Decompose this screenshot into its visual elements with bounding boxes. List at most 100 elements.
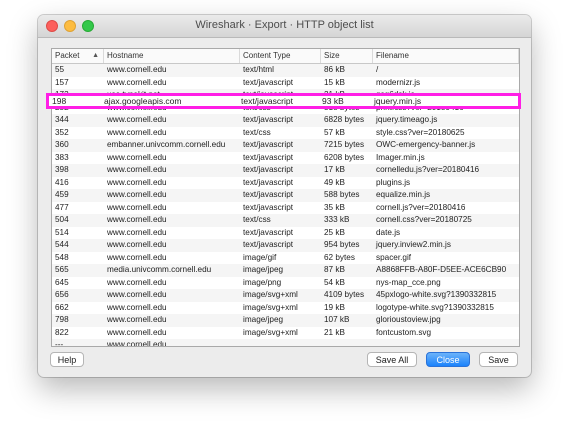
table-row[interactable]: 383 www.cornell.edu text/javascript 6208 by… [52,152,519,165]
packet-cell: 514 [55,227,69,237]
table-row[interactable]: --- www.cornell.edu [52,339,519,346]
filename-cell: cornell.css?ver=20180725 [376,215,472,224]
highlighted-row[interactable]: 198 ajax.googleapis.com text/javascript … [46,93,521,109]
table-row[interactable]: 548 www.cornell.edu image/gif 62 bytes space… [52,252,519,265]
content-type-cell: text/javascript [243,202,294,212]
save-button[interactable]: Save [479,352,518,367]
header-packet[interactable]: Packet ▲ [52,49,104,63]
filename-cell: date.js [376,227,401,237]
hostname-cell: www.cornell.edu [107,277,167,287]
close-button[interactable]: Close [426,352,470,367]
packet-cell: 55 [55,65,65,74]
content-type-cell: image/jpeg [243,265,284,274]
packet-cell: 352 [55,127,69,137]
filename-cell: Imager.min.js [376,152,425,162]
table-header: Packet ▲ Hostname Content Type Size File… [52,49,519,64]
content-type-cell: text/css [243,127,271,137]
content-type-cell: image/svg+xml [243,327,298,337]
size-cell: 25 kB [324,227,345,237]
size-cell: 6828 bytes [324,115,365,124]
size-cell: 21 kB [324,327,345,337]
table-row[interactable]: 662 www.cornell.edu image/svg+xml 19 kB logo… [52,302,519,315]
hostname-cell: www.cornell.edu [107,77,167,87]
filename-cell: OWC-emergency-banner.js [376,140,476,149]
packet-cell: 504 [55,215,69,224]
packet-cell: 798 [55,315,69,324]
table-row[interactable]: 656 www.cornell.edu image/svg+xml 4109 byte… [52,289,519,302]
size-cell: 49 kB [324,177,345,187]
table-row[interactable]: 798 www.cornell.edu image/jpeg 107 kB glorio… [52,314,519,327]
hostname-cell: www.cornell.edu [107,65,167,74]
table-row[interactable]: 360 embanner.univcomm.cornell.edu text/jav… [52,139,519,152]
table-row[interactable]: 477 www.cornell.edu text/javascript 35 kB co… [52,202,519,215]
table-row[interactable]: 822 www.cornell.edu image/svg+xml 21 kB font… [52,327,519,340]
hostname-cell: www.cornell.edu [107,152,167,162]
filename-cell [373,339,519,346]
filename-cell: / [376,65,379,74]
filename-cell: nys-map_cce.png [376,277,441,287]
packet-cell: 822 [55,327,69,337]
filename-cell: equalize.min.js [376,190,431,199]
size-cell: 86 kB [324,65,345,74]
hostname-cell: www.cornell.edu [107,215,167,224]
hostname-cell: www.cornell.edu [107,177,167,187]
hostname-cell: www.cornell.edu [107,290,167,299]
content-type-cell [240,339,321,346]
packet-cell: 344 [55,115,69,124]
size-cell: 35 kB [324,202,345,212]
table-row[interactable]: 459 www.cornell.edu text/javascript 588 byt… [52,189,519,202]
size-cell: 107 kB [324,315,350,324]
help-button[interactable]: Help [50,352,84,367]
content-type-cell: image/png [243,277,282,287]
filename-cell: A8868FFB-A80F-D5EE-ACE6CB90 [376,265,507,274]
hostname-cell: www.cornell.edu [107,127,167,137]
content-type-cell: text/javascript [243,152,294,162]
packet-cell: 157 [55,77,69,87]
filename-cell: modernizr.js [376,77,421,87]
table-row[interactable]: 565 media.univcomm.cornell.edu image/jpeg 8… [52,264,519,277]
size-cell: 19 kB [324,302,345,312]
content-type-cell: text/javascript [243,165,294,174]
size-cell: 954 bytes [324,240,360,249]
sort-ascending-icon: ▲ [92,52,99,59]
packet-cell: 544 [55,240,69,249]
size-cell: 15 kB [324,77,345,87]
header-size[interactable]: Size [321,49,373,63]
table-row[interactable]: 645 www.cornell.edu image/png 54 kB nys-map_… [52,277,519,290]
filename-cell: spacer.gif [376,252,412,262]
highlight-content-type: text/javascript [241,96,293,106]
table-row[interactable]: 504 www.cornell.edu text/css 333 kB cornell.… [52,214,519,227]
hostname-cell: embanner.univcomm.cornell.edu [107,140,226,149]
size-cell: 54 kB [324,277,345,287]
header-filename[interactable]: Filename [373,49,519,63]
table-row[interactable]: 55 www.cornell.edu text/html 86 kB / [52,64,519,77]
table-row[interactable]: 514 www.cornell.edu text/javascript 25 kB da… [52,227,519,240]
packet-cell: 565 [55,265,69,274]
table-row[interactable]: 398 www.cornell.edu text/javascript 17 kB co… [52,164,519,177]
hostname-cell: www.cornell.edu [107,202,167,212]
filename-cell: plugins.js [376,177,411,187]
filename-cell: glorioustoview.jpg [376,315,441,324]
window-title: Wireshark · Export · HTTP object list [195,19,374,31]
table-row[interactable]: 416 www.cornell.edu text/javascript 49 kB pl… [52,177,519,190]
size-cell: 57 kB [324,127,345,137]
hostname-cell: www.cornell.edu [107,315,167,324]
hostname-cell: www.cornell.edu [107,165,167,174]
packet-cell: 645 [55,277,69,287]
hostname-cell: www.cornell.edu [107,190,167,199]
filename-cell: 45pxlogo-white.svg?1390332815 [376,290,497,299]
hostname-cell: media.univcomm.cornell.edu [107,265,212,274]
content-type-cell: text/javascript [243,140,294,149]
packet-cell: 548 [55,252,69,262]
filename-cell: jquery.inview2.min.js [376,240,451,249]
filename-cell: jquery.timeago.js [376,115,438,124]
hostname-cell: www.cornell.edu [107,115,167,124]
header-content-type[interactable]: Content Type [240,49,321,63]
table-row[interactable]: 544 www.cornell.edu text/javascript 954 byt… [52,239,519,252]
table-row[interactable]: 352 www.cornell.edu text/css 57 kB style.css… [52,127,519,140]
save-all-button[interactable]: Save All [367,352,417,367]
table-row[interactable]: 344 www.cornell.edu text/javascript 6828 by… [52,114,519,127]
header-hostname[interactable]: Hostname [104,49,240,63]
content-type-cell: text/javascript [243,240,294,249]
table-row[interactable]: 157 www.cornell.edu text/javascript 15 kB mo… [52,77,519,90]
